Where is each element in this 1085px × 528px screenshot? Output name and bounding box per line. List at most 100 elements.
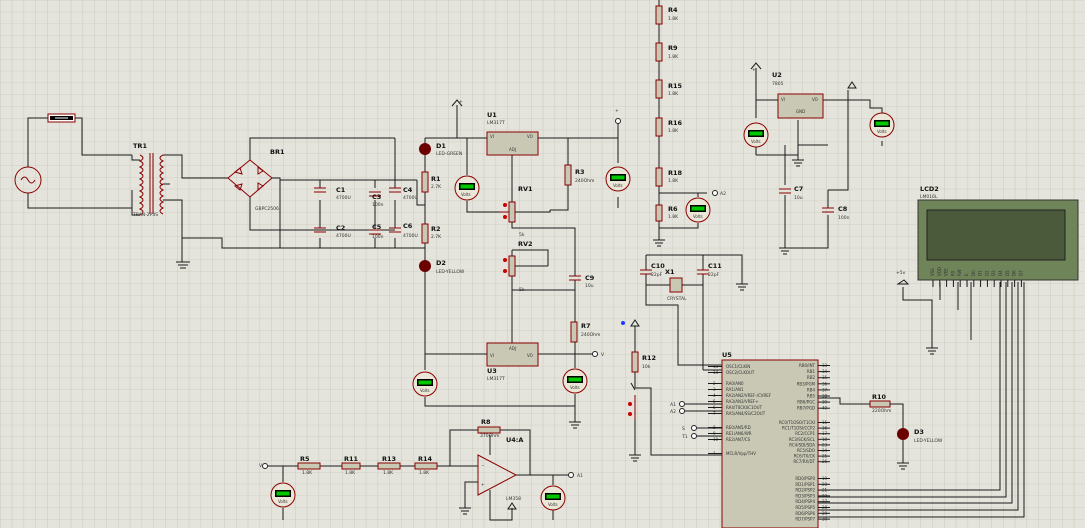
u5-pin-right-16: RD0/PSP0 xyxy=(795,476,815,481)
lcd-pin-4: RW xyxy=(957,269,962,276)
c1-label: C1 xyxy=(336,186,346,194)
lcd-pin-7: D1 xyxy=(978,270,983,276)
voltmeter-9[interactable]: Volts xyxy=(540,485,566,511)
c5-label: C5 xyxy=(372,223,382,231)
meter-label: Volts xyxy=(751,139,761,144)
u4a-value: LM358 xyxy=(506,496,521,502)
c4-label: C4 xyxy=(403,186,413,194)
c10-value: 22pF xyxy=(651,272,663,278)
c2-label: C2 xyxy=(336,224,345,232)
d2-value: LED-YELLOW xyxy=(436,269,465,275)
lcd-pin-10: D4 xyxy=(998,270,1003,276)
voltmeter-6[interactable]: Volts xyxy=(743,122,769,148)
r14-value: 1.8K xyxy=(419,470,430,476)
lcd-pin-3: RS xyxy=(950,270,955,276)
r18-label: R18 xyxy=(668,169,683,177)
rv1-label: RV1 xyxy=(518,185,533,193)
u5-pin-right-10: RC2/CCP1 xyxy=(795,431,815,436)
r16-label: R16 xyxy=(668,119,683,127)
u5-pin-left-10: RE2/AN7/CS xyxy=(726,437,751,442)
u5-pin-left-6: RA4/T0CKI/C1OUT xyxy=(726,405,763,410)
c8-value: 100n xyxy=(838,215,850,221)
r6-value: 1.8K xyxy=(668,214,679,220)
c6-label: C6 xyxy=(403,222,413,230)
fuse[interactable] xyxy=(47,113,76,123)
voltmeter-2[interactable]: Volts xyxy=(605,166,631,192)
u5-pin-left-5: RA3/AN3/VREF+ xyxy=(726,399,759,404)
r10-value: 220Ohm xyxy=(872,408,891,414)
u5-pin-left-9: RE1/AN6/WR xyxy=(726,431,752,436)
svg-text:−: − xyxy=(481,463,484,468)
u3-pin-vo: VO xyxy=(527,353,533,358)
c4-value: 4700U xyxy=(403,195,418,201)
resistor-r1[interactable]: R1 2.7K xyxy=(421,171,442,193)
u4a-label: U4:A xyxy=(506,436,523,444)
c11-label: C11 xyxy=(708,262,722,270)
u5-pin-right-5: RB5 xyxy=(807,394,816,399)
lcd-pin-2: VEE xyxy=(944,268,949,276)
lcd-label: LCD2 xyxy=(920,185,939,193)
u1-label: U1 xyxy=(487,111,497,119)
d2-label: D2 xyxy=(436,259,446,267)
lcd-pin-12: D6 xyxy=(1012,270,1017,276)
c3-label: C3 xyxy=(372,193,381,201)
r14-label: R14 xyxy=(418,455,433,463)
r3-label: R3 xyxy=(575,168,585,176)
lcd-pin-9: D3 xyxy=(991,270,996,276)
u5-pin-right-19: RD3/PSP3 xyxy=(795,493,815,498)
schematic-canvas[interactable]: TR1 TRAN-2P3S BR1 GBPC2506 C1 4700U C2 4… xyxy=(0,0,1085,528)
u5-pin-left-4: RA2/AN2/VREF-/CVREF xyxy=(726,393,772,398)
u5-pin-right-13: RC5/SDO xyxy=(797,448,815,453)
u3-value: LM317T xyxy=(487,376,505,382)
u5-pin-left-8: RE0/AN5/RD xyxy=(726,425,751,430)
voltmeter-1[interactable]: Volts xyxy=(454,175,480,201)
c10-label: C10 xyxy=(651,262,665,270)
r7-label: R7 xyxy=(581,322,591,330)
u5-pin-right-14: RC6/TX/CK xyxy=(794,454,816,459)
lcd-value: LM016L xyxy=(920,194,938,200)
r11-label: R11 xyxy=(344,455,359,463)
voltmeter-7[interactable]: Volts xyxy=(869,112,895,138)
r5-label: R5 xyxy=(300,455,310,463)
r18-value: 1.8K xyxy=(668,178,679,184)
r4-label: R4 xyxy=(668,6,678,14)
meter-label: Volts xyxy=(420,388,430,393)
c2-value: 4700U xyxy=(336,233,351,239)
d3-value: LED-YELLOW xyxy=(914,438,943,444)
voltmeter-5[interactable]: Volts xyxy=(685,197,711,223)
r2-value: 2.7K xyxy=(431,234,442,240)
u1-pin-vi: VI xyxy=(490,134,494,139)
u5-pin-right-2: RB2 xyxy=(807,375,816,380)
u1-pin-adj: ADJ xyxy=(509,147,516,152)
u5-pin-right-20: RD4/PSP4 xyxy=(795,499,815,504)
lcd-pin-8: D2 xyxy=(984,270,989,276)
c6-value: 4700U xyxy=(403,233,418,239)
u2-value: 7805 xyxy=(772,81,784,87)
svg-text:+: + xyxy=(481,482,484,487)
u3-pin-adj: ADJ xyxy=(509,346,516,351)
meter-label: Volts xyxy=(548,502,558,507)
r7-value: 240Ohm xyxy=(581,332,600,338)
u5-pin-right-7: RB7/PGD xyxy=(797,406,815,411)
u5-pin-left-1: OSC2/CLKOUT xyxy=(726,370,755,375)
c5-value: 100n xyxy=(372,234,384,240)
c1-value: 4700U xyxy=(336,195,351,201)
voltmeter-4[interactable]: Volts xyxy=(562,368,588,394)
r12-value: 10k xyxy=(642,364,651,370)
r13-label: R13 xyxy=(382,455,396,463)
supply-plus-label-2: + xyxy=(615,108,619,114)
u2-pin-gnd: GND xyxy=(796,109,805,114)
net-label-a1-u5: A1 xyxy=(670,402,676,408)
r8-value: 370Ohm xyxy=(480,433,499,439)
lcd-pin-13: D7 xyxy=(1018,270,1023,276)
u5-pin-right-9: RC1/T1OSI/CCP2 xyxy=(782,426,815,431)
r16-value: 1.8K xyxy=(668,128,679,134)
u1-pin-vo: VO xyxy=(527,134,533,139)
d1-value: LED-GREEN xyxy=(436,151,462,157)
voltmeter-8[interactable]: Volts xyxy=(270,482,296,508)
r15-label: R15 xyxy=(668,82,683,90)
d3-label: D3 xyxy=(914,428,924,436)
u3-pin-vi: VI xyxy=(490,353,494,358)
c8-label: C8 xyxy=(838,205,848,213)
voltmeter-3[interactable]: Volts xyxy=(412,371,438,397)
